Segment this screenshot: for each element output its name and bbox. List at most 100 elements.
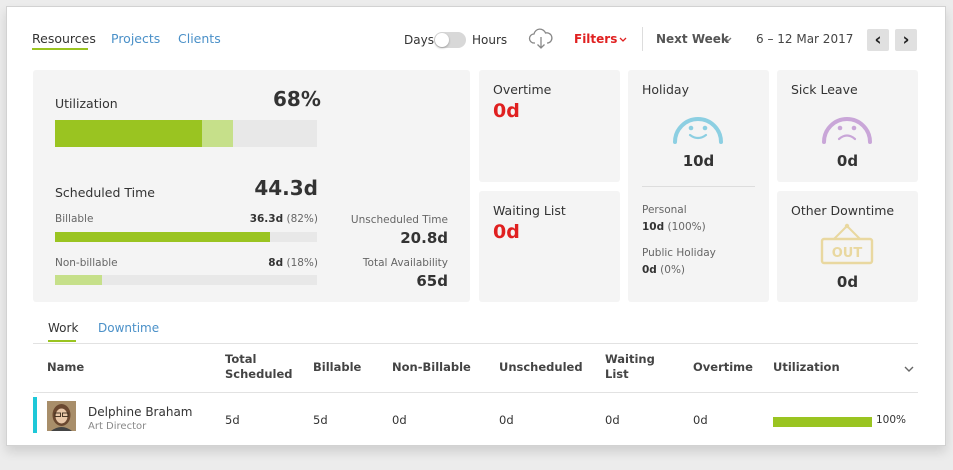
overtime-value: 0d bbox=[493, 100, 520, 122]
days-label: Days bbox=[404, 33, 434, 47]
table-header: Name Total Scheduled Billable Non-Billabl… bbox=[33, 344, 918, 392]
utilization-label: Utilization bbox=[55, 96, 118, 111]
subtab-active-underline bbox=[48, 340, 76, 342]
nonbillable-value: 8d bbox=[268, 257, 284, 269]
row-overtime: 0d bbox=[693, 413, 708, 427]
toolbar-divider bbox=[642, 27, 643, 51]
personal-stats: 10d (100%) bbox=[642, 221, 706, 233]
billable-bar bbox=[55, 232, 317, 242]
row-name[interactable]: Delphine Braham bbox=[88, 405, 192, 419]
row-utilization-bar bbox=[773, 417, 872, 427]
sick-leave-label: Sick Leave bbox=[791, 82, 858, 97]
row-role: Art Director bbox=[88, 421, 147, 432]
filters-button[interactable]: Filters bbox=[574, 32, 617, 46]
billable-percent: (82%) bbox=[286, 213, 318, 225]
utilization-value: 68% bbox=[273, 87, 321, 111]
column-overtime[interactable]: Overtime bbox=[693, 360, 753, 375]
waiting-list-value: 0d bbox=[493, 221, 520, 243]
personal-percent: (100%) bbox=[667, 221, 706, 233]
days-hours-toggle[interactable] bbox=[434, 32, 466, 48]
resource-dashboard: Resources Projects Clients Days Hours Fi… bbox=[6, 6, 946, 446]
scheduled-value: 44.3d bbox=[254, 176, 318, 200]
avatar bbox=[47, 401, 76, 431]
sick-leave-card: Sick Leave 0d bbox=[777, 70, 918, 182]
unscheduled-value: 20.8d bbox=[400, 229, 448, 247]
holiday-card: Holiday 10d Personal 10d (100%) Public H… bbox=[628, 70, 769, 302]
personal-label: Personal bbox=[642, 204, 687, 216]
utilization-bar bbox=[55, 120, 317, 147]
billable-value: 36.3d bbox=[249, 213, 284, 225]
public-holiday-percent: (0%) bbox=[660, 264, 686, 276]
column-utilization[interactable]: Utilization bbox=[773, 360, 840, 375]
personal-value: 10d bbox=[642, 221, 665, 233]
smiley-face-icon bbox=[673, 117, 723, 144]
holiday-label: Holiday bbox=[642, 82, 689, 97]
chevron-left-icon: ‹ bbox=[874, 29, 882, 50]
scheduled-label: Scheduled Time bbox=[55, 185, 155, 200]
billable-bar-fill bbox=[55, 232, 270, 242]
subtab-downtime[interactable]: Downtime bbox=[98, 321, 159, 335]
tab-projects[interactable]: Projects bbox=[111, 31, 160, 46]
tab-clients[interactable]: Clients bbox=[178, 31, 221, 46]
column-total-line1: Total bbox=[225, 352, 257, 366]
column-name[interactable]: Name bbox=[47, 360, 84, 375]
utilization-bar-nonbillable bbox=[201, 120, 234, 147]
toggle-knob bbox=[435, 33, 449, 47]
public-holiday-label: Public Holiday bbox=[642, 247, 716, 259]
summary-card: Utilization 68% Scheduled Time 44.3d Bil… bbox=[33, 70, 470, 302]
utilization-bar-billable bbox=[55, 120, 202, 147]
overtime-card: Overtime 0d bbox=[479, 70, 620, 182]
column-waiting-list[interactable]: Waiting List bbox=[605, 352, 655, 382]
sad-face-icon bbox=[822, 117, 872, 144]
nonbillable-bar-fill bbox=[55, 275, 103, 285]
holiday-value: 10d bbox=[682, 152, 715, 170]
tab-active-underline bbox=[32, 48, 88, 50]
cloud-download-icon[interactable] bbox=[528, 27, 554, 51]
column-total-scheduled[interactable]: Total Scheduled bbox=[225, 352, 292, 382]
chevron-down-icon bbox=[619, 37, 627, 42]
out-sign-text: OUT bbox=[832, 246, 863, 261]
subtab-work[interactable]: Work bbox=[48, 321, 78, 335]
tab-resources[interactable]: Resources bbox=[32, 31, 96, 46]
holiday-divider bbox=[642, 186, 755, 187]
nonbillable-stats: 8d (18%) bbox=[213, 257, 318, 269]
availability-value: 65d bbox=[416, 272, 448, 290]
out-sign-icon: OUT bbox=[820, 223, 874, 265]
chevron-down-icon bbox=[724, 37, 732, 42]
prev-week-button[interactable]: ‹ bbox=[867, 29, 889, 51]
row-unscheduled: 0d bbox=[499, 413, 514, 427]
waiting-list-card: Waiting List 0d bbox=[479, 191, 620, 302]
nonbillable-percent: (18%) bbox=[286, 257, 318, 269]
row-waiting-list: 0d bbox=[605, 413, 620, 427]
column-unscheduled[interactable]: Unscheduled bbox=[499, 360, 583, 375]
table-row[interactable]: Delphine Braham Art Director 5d 5d 0d 0d… bbox=[33, 393, 918, 437]
other-downtime-value: 0d bbox=[836, 273, 859, 291]
row-billable: 5d bbox=[313, 413, 328, 427]
row-status-marker bbox=[33, 397, 37, 433]
column-total-line2: Scheduled bbox=[225, 367, 293, 381]
other-downtime-card: Other Downtime OUT 0d bbox=[777, 191, 918, 302]
column-nonbillable[interactable]: Non-Billable bbox=[392, 360, 471, 375]
row-nonbillable: 0d bbox=[392, 413, 407, 427]
date-range: 6 – 12 Mar 2017 bbox=[756, 32, 854, 46]
public-holiday-stats: 0d (0%) bbox=[642, 264, 685, 276]
nonbillable-label: Non-billable bbox=[55, 257, 118, 269]
row-utilization-bar-fill bbox=[773, 417, 872, 427]
row-utilization-value: 100% bbox=[876, 414, 907, 426]
period-select[interactable]: Next Week bbox=[656, 32, 729, 46]
billable-label: Billable bbox=[55, 213, 94, 225]
column-waiting-line2: List bbox=[605, 367, 629, 381]
availability-label: Total Availability bbox=[362, 257, 448, 269]
row-total-scheduled: 5d bbox=[225, 413, 240, 427]
hours-label: Hours bbox=[472, 33, 508, 47]
column-waiting-line1: Waiting bbox=[605, 352, 655, 366]
column-billable[interactable]: Billable bbox=[313, 360, 361, 375]
other-downtime-label: Other Downtime bbox=[791, 203, 895, 218]
public-holiday-value: 0d bbox=[642, 264, 657, 276]
chevron-down-icon[interactable] bbox=[904, 366, 914, 373]
next-week-button[interactable]: › bbox=[895, 29, 917, 51]
waiting-list-label: Waiting List bbox=[493, 203, 566, 218]
sick-leave-value: 0d bbox=[836, 152, 859, 170]
billable-stats: 36.3d (82%) bbox=[213, 213, 318, 225]
overtime-label: Overtime bbox=[493, 82, 552, 97]
